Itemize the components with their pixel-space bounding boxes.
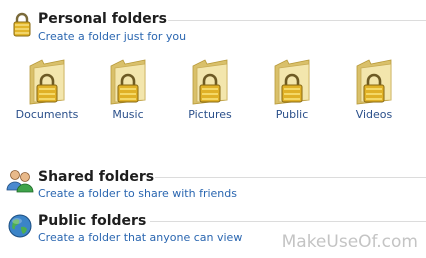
locked-folder-icon xyxy=(356,59,392,105)
folder-documents[interactable]: Documents xyxy=(10,58,84,126)
public-folders-title: Public folders xyxy=(38,213,147,229)
padlock-icon xyxy=(8,10,36,38)
folder-music[interactable]: Music xyxy=(91,58,165,126)
public-folders-link[interactable]: Create a folder that anyone can view xyxy=(38,231,242,244)
personal-divider xyxy=(168,20,426,21)
locked-folder-icon xyxy=(29,59,65,105)
locked-folder-icon xyxy=(110,59,146,105)
personal-folders-link[interactable]: Create a folder just for you xyxy=(38,30,186,43)
folder-label: Public xyxy=(275,108,309,121)
locked-folder-icon xyxy=(192,59,228,105)
folder-label: Music xyxy=(112,108,144,121)
locked-folder-icon xyxy=(274,59,310,105)
folder-videos[interactable]: Videos xyxy=(337,58,411,126)
watermark: MakeUseOf.com xyxy=(281,232,418,252)
folder-label: Videos xyxy=(355,108,393,121)
public-divider xyxy=(150,221,426,222)
folder-pictures[interactable]: Pictures xyxy=(173,58,247,126)
personal-folders-title: Personal folders xyxy=(38,11,167,27)
shared-folders-link[interactable]: Create a folder to share with friends xyxy=(38,187,237,200)
folders-page: Personal folders Create a folder just fo… xyxy=(0,0,426,258)
globe-icon xyxy=(7,213,35,241)
shared-folders-title: Shared folders xyxy=(38,169,155,185)
folder-label: Pictures xyxy=(188,108,232,121)
users-icon xyxy=(6,168,34,196)
folder-label: Documents xyxy=(15,108,79,121)
folder-public[interactable]: Public xyxy=(255,58,329,126)
shared-divider xyxy=(155,177,426,178)
